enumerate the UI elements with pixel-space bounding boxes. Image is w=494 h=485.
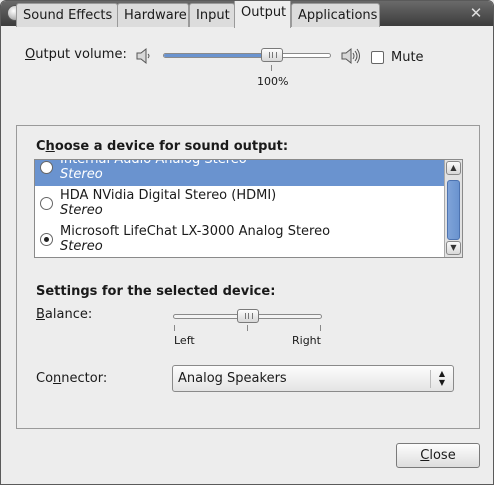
mute-label[interactable]: Mute (391, 50, 424, 65)
balance-left-label: Left (174, 334, 195, 347)
device-radio[interactable] (40, 197, 53, 210)
combo-arrows-icon: ▲ ▼ (438, 369, 446, 387)
close-button[interactable]: Close (396, 443, 480, 468)
balance-slider[interactable] (173, 309, 322, 323)
output-device-list[interactable]: Internal Audio Analog Stereo Stereo HDA … (34, 159, 463, 258)
balance-right-label: Right (292, 334, 321, 347)
device-radio[interactable] (40, 161, 53, 174)
connector-combo[interactable]: Analog Speakers ▲ ▼ (172, 365, 454, 392)
device-item-hdmi[interactable]: HDA NVidia Digital Stereo (HDMI) Stereo (35, 186, 445, 222)
choose-device-title: Choose a device for sound output: (36, 139, 289, 154)
tab-output[interactable]: Output (234, 1, 291, 28)
tab-sound-effects[interactable]: Sound Effects (16, 3, 118, 27)
combo-separator (430, 370, 431, 388)
balance-label: Balance: (36, 307, 93, 322)
device-list-scrollbar[interactable]: ▲ ▼ (444, 160, 462, 257)
device-item-lifechat[interactable]: Microsoft LifeChat LX-3000 Analog Stereo… (35, 222, 445, 257)
scroll-up-icon[interactable]: ▲ (446, 161, 461, 175)
output-volume-slider[interactable] (163, 48, 331, 62)
output-volume-label: Output volume: (25, 47, 127, 62)
settings-title: Settings for the selected device: (36, 284, 276, 299)
volume-100-tick (271, 65, 272, 71)
scroll-down-icon[interactable]: ▼ (446, 241, 461, 255)
balance-left-tick (174, 325, 175, 331)
tab-input[interactable]: Input (189, 3, 235, 27)
window-close-icon[interactable]: ✕ (467, 4, 485, 22)
scroll-thumb[interactable] (447, 180, 460, 240)
speaker-high-icon (341, 47, 360, 65)
device-radio[interactable] (40, 233, 53, 246)
connector-label: Connector: (36, 371, 108, 386)
balance-slider-thumb[interactable] (236, 309, 259, 323)
tab-applications[interactable]: Applications (291, 3, 380, 27)
speaker-low-icon (136, 47, 150, 65)
device-item-internal-audio[interactable]: Internal Audio Analog Stereo Stereo (35, 160, 445, 186)
balance-right-tick (320, 325, 321, 331)
volume-percent: 100% (257, 75, 289, 88)
sound-preferences-window: Sound Preferences ✕ Output volume: 100% … (0, 0, 494, 485)
mute-checkbox[interactable] (371, 51, 384, 64)
balance-center-tick (247, 325, 248, 331)
tab-hardware[interactable]: Hardware (117, 3, 189, 27)
volume-slider-thumb[interactable] (260, 48, 283, 62)
